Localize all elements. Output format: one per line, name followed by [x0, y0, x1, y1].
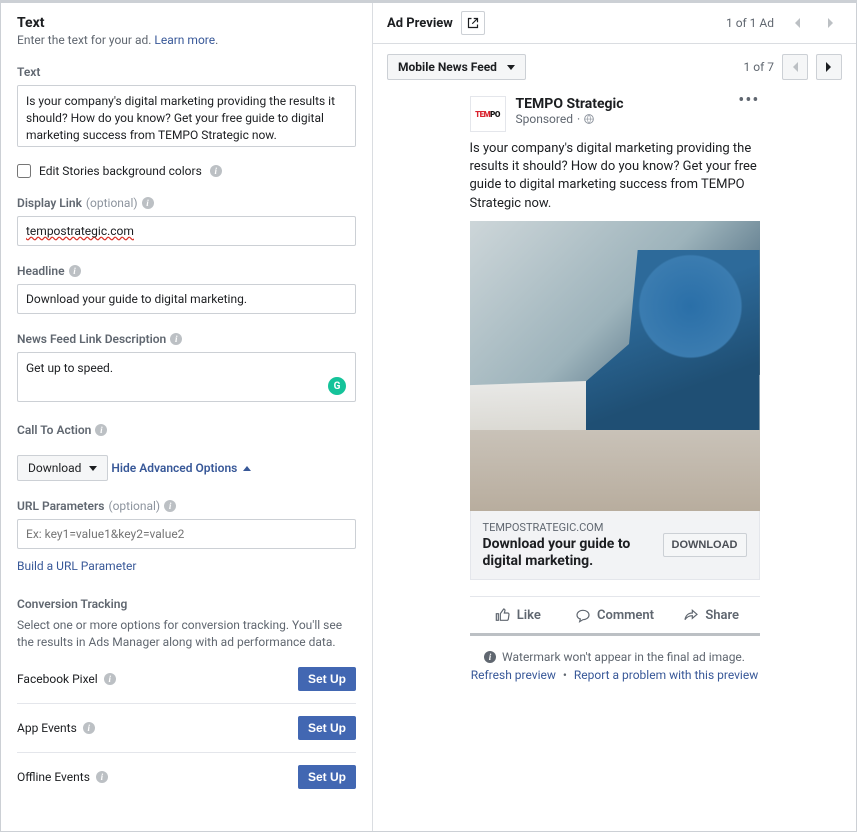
conversion-tracking-heading: Conversion Tracking	[17, 597, 356, 611]
headline-label: Headline i	[17, 264, 356, 278]
info-icon[interactable]: i	[95, 424, 107, 436]
advanced-options-toggle[interactable]: Hide Advanced Options	[111, 461, 251, 475]
ad-text-textarea[interactable]: Is your company's digital marketing prov…	[17, 85, 356, 147]
setup-offline-button[interactable]: Set Up	[298, 765, 356, 789]
next-ad-button[interactable]	[820, 12, 842, 34]
app-events-label: App Events i	[17, 721, 95, 735]
prev-ad-button[interactable]	[786, 12, 808, 34]
ad-image	[470, 221, 760, 511]
info-icon[interactable]: i	[170, 333, 182, 345]
preview-header: Ad Preview 1 of 1 Ad	[373, 3, 856, 44]
edit-stories-label: Edit Stories background colors	[39, 164, 202, 178]
grammarly-icon[interactable]: G	[328, 377, 346, 395]
preview-prev-button[interactable]	[782, 54, 808, 80]
watermark-note: i Watermark won't appear in the final ad…	[470, 650, 760, 664]
build-url-link[interactable]: Build a URL Parameter	[17, 559, 136, 573]
ad-preview-card: TEMPO TEMPO Strategic Sponsored· ••• Is …	[470, 96, 760, 682]
ad-headline: Download your guide to digital marketing…	[483, 536, 653, 570]
preview-next-button[interactable]	[816, 54, 842, 80]
page-avatar[interactable]: TEMPO	[470, 96, 506, 132]
like-button[interactable]: Like	[470, 603, 567, 627]
text-section-subtitle: Enter the text for your ad. Learn more.	[17, 33, 356, 47]
left-panel: Text Enter the text for your ad. Learn m…	[1, 3, 373, 831]
nf-desc-textarea[interactable]: Get up to speed.	[17, 352, 356, 402]
info-icon[interactable]: i	[142, 197, 154, 209]
report-problem-link[interactable]: Report a problem with this preview	[574, 668, 758, 682]
share-button[interactable]: Share	[663, 603, 760, 627]
open-preview-button[interactable]	[461, 11, 485, 35]
post-menu-button[interactable]: •••	[738, 96, 759, 105]
info-icon[interactable]: i	[83, 722, 95, 734]
cta-select[interactable]: Download	[17, 455, 108, 481]
learn-more-link[interactable]: Learn more	[154, 33, 215, 47]
edit-stories-checkbox[interactable]: Edit Stories background colors i	[17, 164, 356, 178]
sponsored-label: Sponsored·	[516, 112, 624, 126]
share-icon	[683, 607, 699, 623]
info-icon[interactable]: i	[96, 771, 108, 783]
ad-link-card[interactable]: TEMPOSTRATEGIC.COM Download your guide t…	[470, 511, 760, 581]
chevron-down-icon	[507, 65, 515, 70]
setup-appevents-button[interactable]: Set Up	[298, 716, 356, 740]
info-icon[interactable]: i	[210, 165, 222, 177]
info-icon: i	[484, 651, 496, 663]
like-icon	[495, 607, 511, 623]
cta-label: Call To Action i	[17, 423, 356, 437]
right-panel: Ad Preview 1 of 1 Ad Mobile News Feed	[373, 3, 856, 831]
url-params-input[interactable]	[17, 519, 356, 549]
ad-preview-label: Ad Preview	[387, 16, 453, 31]
display-link-input[interactable]: tempostrategic.com	[17, 216, 356, 246]
ad-domain: TEMPOSTRATEGIC.COM	[483, 521, 653, 534]
comment-icon	[575, 607, 591, 623]
facebook-pixel-label: Facebook Pixel i	[17, 672, 116, 686]
info-icon[interactable]: i	[164, 500, 176, 512]
conversion-tracking-desc: Select one or more options for conversio…	[17, 617, 356, 651]
offline-events-label: Offline Events i	[17, 770, 108, 784]
url-params-label: URL Parameters (optional) i	[17, 499, 356, 513]
info-icon[interactable]: i	[69, 265, 81, 277]
headline-input[interactable]	[17, 284, 356, 314]
edit-stories-checkbox-input[interactable]	[17, 164, 31, 178]
comment-button[interactable]: Comment	[566, 603, 663, 627]
ad-post-text: Is your company's digital marketing prov…	[470, 140, 760, 213]
setup-pixel-button[interactable]: Set Up	[298, 667, 356, 691]
feed-type-select[interactable]: Mobile News Feed	[387, 54, 526, 80]
preview-subbar: Mobile News Feed 1 of 7	[373, 44, 856, 90]
page-name-link[interactable]: TEMPO Strategic	[516, 96, 624, 112]
chevron-down-icon	[89, 466, 97, 471]
refresh-preview-link[interactable]: Refresh preview	[471, 668, 556, 682]
display-link-label: Display Link (optional) i	[17, 196, 356, 210]
preview-page-label: 1 of 7	[744, 60, 774, 74]
globe-icon	[584, 114, 594, 124]
nf-desc-label: News Feed Link Description i	[17, 332, 356, 346]
ad-count-label: 1 of 1 Ad	[726, 16, 774, 30]
info-icon[interactable]: i	[104, 673, 116, 685]
ad-cta-button[interactable]: DOWNLOAD	[663, 533, 747, 557]
post-actions-bar: Like Comment Share	[470, 596, 760, 636]
chevron-up-icon	[243, 466, 251, 471]
text-field-label: Text	[17, 65, 356, 79]
text-section-title: Text	[17, 15, 356, 31]
